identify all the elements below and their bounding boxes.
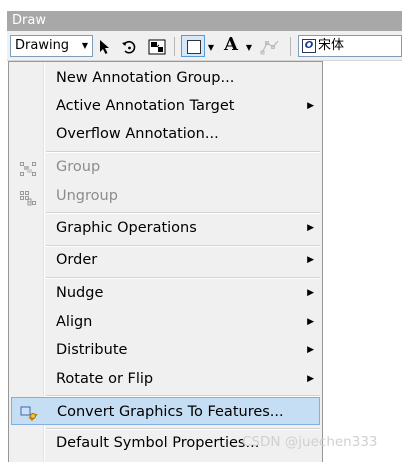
- menu-item-group[interactable]: Group: [11, 153, 320, 181]
- submenu-arrow-icon: ▶: [307, 101, 314, 111]
- menu-item-label: Convert Graphics To Features...: [57, 404, 284, 420]
- submenu-arrow-icon: ▶: [307, 255, 314, 265]
- menu-item-align[interactable]: Align ▶: [11, 308, 320, 336]
- menu-item-active-annotation-target[interactable]: Active Annotation Target ▶: [11, 92, 320, 120]
- menu-item-label: Rotate or Flip: [56, 371, 154, 387]
- toolbar-separator: [290, 37, 291, 56]
- zoom-icon[interactable]: [147, 38, 167, 56]
- drawing-menu-button[interactable]: Drawing ▼: [10, 35, 93, 57]
- edit-vertices-icon: [259, 38, 281, 56]
- menu-item-label: Graphic Operations: [56, 220, 197, 236]
- menu-item-label: Order: [56, 252, 98, 268]
- font-select[interactable]: O 宋体: [298, 35, 402, 57]
- rectangle-icon: [187, 40, 201, 54]
- rectangle-button[interactable]: [181, 35, 205, 57]
- menu-item-label: Group: [56, 159, 101, 175]
- text-dropdown-icon[interactable]: ▼: [245, 38, 253, 56]
- menu-item-new-annotation-group[interactable]: New Annotation Group...: [11, 64, 320, 92]
- convert-graphics-icon: [20, 404, 38, 422]
- menu-item-label: Nudge: [56, 285, 104, 301]
- menu-item-label: Default Symbol Properties...: [56, 435, 260, 451]
- rectangle-dropdown-icon[interactable]: ▼: [207, 38, 215, 56]
- drawing-dropdown-menu: New Annotation Group... Active Annotatio…: [8, 61, 323, 462]
- menu-item-label: Active Annotation Target: [56, 98, 235, 114]
- menu-item-distribute[interactable]: Distribute ▶: [11, 336, 320, 364]
- submenu-arrow-icon: ▶: [307, 317, 314, 327]
- watermark-text: CSDN @juechen333: [242, 434, 378, 450]
- menu-item-label: Ungroup: [56, 188, 118, 204]
- menu-item-rotate-or-flip[interactable]: Rotate or Flip ▶: [11, 365, 320, 393]
- menu-item-nudge[interactable]: Nudge ▶: [11, 279, 320, 307]
- menu-item-label: New Annotation Group...: [56, 70, 235, 86]
- menu-item-convert-graphics[interactable]: Convert Graphics To Features...: [11, 397, 320, 425]
- menu-item-label: Overflow Annotation...: [56, 126, 219, 142]
- dropdown-arrow-icon: ▼: [81, 41, 88, 50]
- font-select-value: 宋体: [318, 38, 345, 53]
- submenu-arrow-icon: ▶: [307, 345, 314, 355]
- menu-item-order[interactable]: Order ▶: [11, 246, 320, 274]
- menu-item-overflow-annotation[interactable]: Overflow Annotation...: [11, 120, 320, 148]
- submenu-arrow-icon: ▶: [307, 223, 314, 233]
- rotate-icon[interactable]: [120, 38, 138, 56]
- draw-toolbar: Drawing ▼ ▼ A ▼ O 宋体: [7, 31, 402, 61]
- toolbar-separator: [174, 37, 175, 56]
- font-icon: O: [302, 39, 316, 53]
- submenu-arrow-icon: ▶: [307, 374, 314, 384]
- menu-item-graphic-operations[interactable]: Graphic Operations ▶: [11, 214, 320, 242]
- select-elements-icon[interactable]: [97, 38, 113, 56]
- ungroup-icon: [19, 188, 37, 206]
- window-title-bar[interactable]: Draw: [7, 11, 402, 31]
- menu-item-label: Distribute: [56, 342, 128, 358]
- menu-item-label: Align: [56, 314, 93, 330]
- group-icon: [19, 159, 37, 176]
- text-icon[interactable]: A: [221, 34, 241, 55]
- submenu-arrow-icon: ▶: [307, 288, 314, 298]
- drawing-menu-label: Drawing: [15, 38, 70, 53]
- menu-item-ungroup[interactable]: Ungroup: [11, 182, 320, 210]
